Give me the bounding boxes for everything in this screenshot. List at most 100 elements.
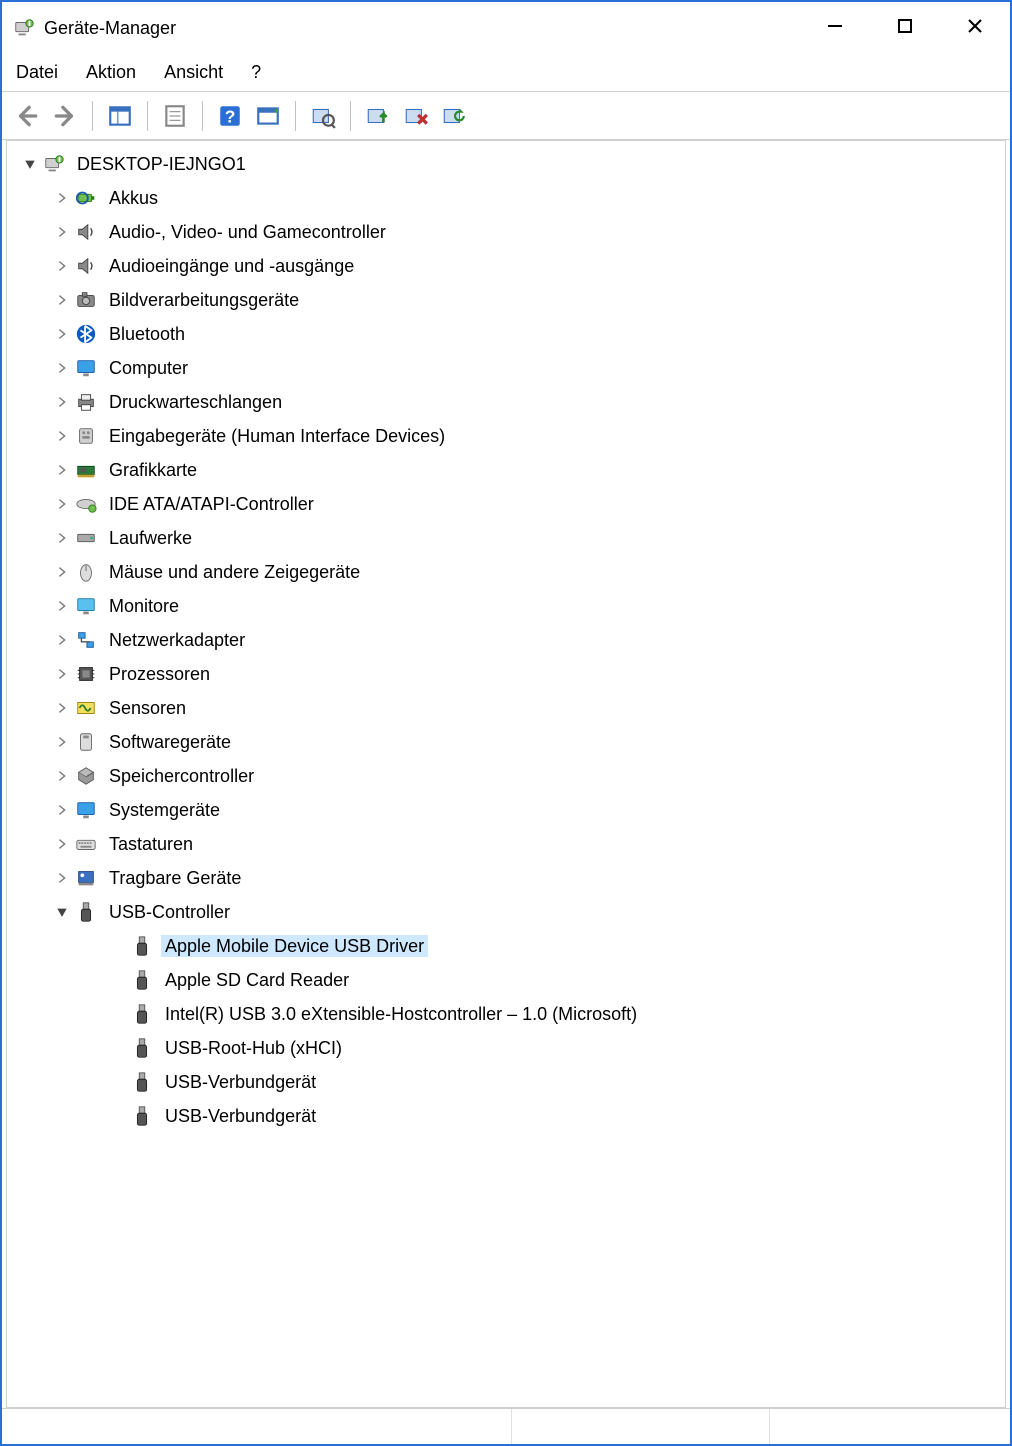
storage-icon [73,764,99,788]
toolbar-separator [295,101,296,131]
expander-spacer: ▸ [107,973,129,987]
expander-icon[interactable] [51,463,73,477]
tree-category-label: Audioeingänge und -ausgänge [105,255,358,277]
tree-category-row[interactable]: Laufwerke [7,521,1005,555]
expander-icon[interactable] [51,429,73,443]
tree-device-row[interactable]: ▸Apple Mobile Device USB Driver [7,929,1005,963]
expander-icon[interactable] [51,191,73,205]
tree-category-row[interactable]: Audioeingänge und -ausgänge [7,249,1005,283]
expander-icon[interactable] [51,667,73,681]
tree-device-row[interactable]: ▸USB-Verbundgerät [7,1065,1005,1099]
tree-category-row[interactable]: Audio-, Video- und Gamecontroller [7,215,1005,249]
tree-category-label: Tragbare Geräte [105,867,245,889]
expander-icon[interactable] [51,803,73,817]
toolbar-update-driver-button[interactable] [437,99,471,133]
tree-root-row[interactable]: DESKTOP-IEJNGO1 [7,147,1005,181]
tree-category-row[interactable]: Speichercontroller [7,759,1005,793]
toolbar-forward-button[interactable] [48,99,82,133]
tree-category-row[interactable]: Tastaturen [7,827,1005,861]
expander-icon[interactable] [51,225,73,239]
toolbar-properties-button[interactable] [158,99,192,133]
menu-help[interactable]: ? [251,62,261,83]
tree-category-row[interactable]: Grafikkarte [7,453,1005,487]
window-title: Geräte-Manager [44,18,176,39]
tree-category-row[interactable]: Eingabegeräte (Human Interface Devices) [7,419,1005,453]
tree-category-row[interactable]: Druckwarteschlangen [7,385,1005,419]
toolbar-scan-button[interactable] [306,99,340,133]
expander-icon[interactable] [51,395,73,409]
tree-category-label: Systemgeräte [105,799,224,821]
expander-icon[interactable] [51,871,73,885]
tree-device-row[interactable]: ▸Apple SD Card Reader [7,963,1005,997]
expander-icon[interactable] [51,293,73,307]
menu-file[interactable]: Datei [16,62,58,83]
properties-icon [162,103,188,129]
tree-device-row[interactable]: ▸ USB-Verbundgerät [7,1099,1005,1133]
tree-category-row[interactable]: Mäuse und andere Zeigegeräte [7,555,1005,589]
expander-icon[interactable] [51,837,73,851]
ide-icon [73,492,99,516]
expander-icon[interactable] [51,701,73,715]
expander-icon[interactable] [51,633,73,647]
tree-category-row[interactable]: Netzwerkadapter [7,623,1005,657]
update-driver-icon [441,103,467,129]
tree-category-row[interactable]: Computer [7,351,1005,385]
tree-category-row[interactable]: USB-Controller [7,895,1005,929]
close-button[interactable] [940,2,1010,50]
expander-icon[interactable] [51,327,73,341]
tree-category-row[interactable]: Monitore [7,589,1005,623]
expander-icon[interactable] [51,769,73,783]
maximize-icon [897,18,913,34]
monitor-icon [73,798,99,822]
usb-icon [73,900,99,924]
toolbar-disable-button[interactable] [399,99,433,133]
tree-root-label: DESKTOP-IEJNGO1 [73,153,250,175]
expander-icon[interactable] [19,157,41,171]
tree-category-label: Druckwarteschlangen [105,391,286,413]
hid-icon [73,424,99,448]
toolbar-refresh-button[interactable] [251,99,285,133]
monitor2-icon [73,594,99,618]
expander-icon[interactable] [51,599,73,613]
expander-icon[interactable] [51,361,73,375]
expander-icon[interactable] [51,735,73,749]
menu-view[interactable]: Ansicht [164,62,223,83]
expander-icon[interactable] [51,905,73,919]
tree-category-row[interactable]: Akkus [7,181,1005,215]
tree-device-row[interactable]: ▸USB-Root-Hub (xHCI) [7,1031,1005,1065]
tree-category-label: Akkus [105,187,162,209]
expander-icon[interactable] [51,531,73,545]
tree-category-label: Grafikkarte [105,459,201,481]
menu-action[interactable]: Aktion [86,62,136,83]
tree-category-row[interactable]: Systemgeräte [7,793,1005,827]
expander-icon[interactable] [51,259,73,273]
expander-icon[interactable] [51,497,73,511]
tree-category-label: Mäuse und andere Zeigegeräte [105,561,364,583]
minimize-button[interactable] [800,2,870,50]
expander-icon[interactable] [51,565,73,579]
bluetooth-icon [73,322,99,346]
tree-category-row[interactable]: Tragbare Geräte [7,861,1005,895]
toolbar-showhide-button[interactable] [103,99,137,133]
tree-category-row[interactable]: Bluetooth [7,317,1005,351]
toolbar-help-button[interactable] [213,99,247,133]
tree-category-row[interactable]: Prozessoren [7,657,1005,691]
printer-icon [73,390,99,414]
expander-spacer: ▸ [107,1109,129,1123]
usb-icon [129,1070,155,1094]
toolbar [2,92,1010,140]
tree-category-label: Bildverarbeitungsgeräte [105,289,303,311]
forward-icon [52,103,78,129]
maximize-button[interactable] [870,2,940,50]
tree-device-row[interactable]: ▸Intel(R) USB 3.0 eXtensible-Hostcontrol… [7,997,1005,1031]
tree-device-label: USB-Verbundgerät [161,1105,320,1127]
toolbar-back-button[interactable] [10,99,44,133]
tree-category-label: Monitore [105,595,183,617]
tree-category-row[interactable]: Bildverarbeitungsgeräte [7,283,1005,317]
tree-category-row[interactable]: Softwaregeräte [7,725,1005,759]
usb-icon [129,1104,155,1128]
tree-category-row[interactable]: Sensoren [7,691,1005,725]
tree-category-row[interactable]: IDE ATA/ATAPI-Controller [7,487,1005,521]
statusbar-cell-1 [2,1409,512,1444]
toolbar-enable-button[interactable] [361,99,395,133]
